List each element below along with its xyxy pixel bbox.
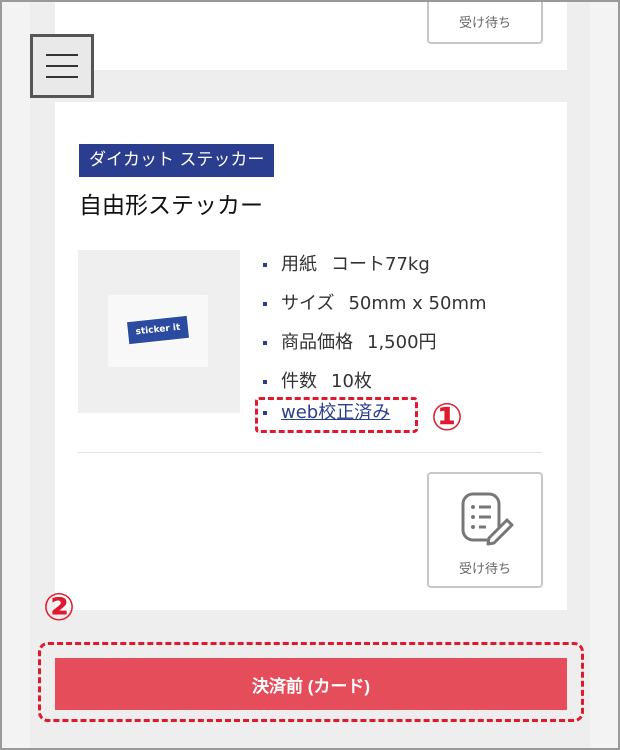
spec-list: 用紙 コート77kg サイズ 50mm x 50mm 商品価格 1,500円 件数 10… <box>263 250 487 406</box>
document-edit-icon <box>461 492 514 546</box>
previous-order-status-label: 受け待ち <box>458 15 511 31</box>
annotation-marker-1: ① <box>431 395 464 439</box>
spec-item-size: サイズ 50mm x 50mm <box>263 289 487 328</box>
sticker-image: sticker it <box>127 315 189 345</box>
order-status-button[interactable]: 受け待ち <box>427 472 543 588</box>
previous-order-status-button[interactable]: 受け待ち <box>427 0 543 44</box>
hamburger-menu-icon[interactable] <box>30 34 94 98</box>
product-thumbnail: sticker it <box>78 250 240 413</box>
annotation-marker-2: ② <box>43 585 76 629</box>
order-card: ダイカット ステッカー 自由形ステッカー sticker it 用紙 コート77k… <box>55 102 567 610</box>
highlight-box-proof-link <box>255 397 418 433</box>
product-name: 自由形ステッカー <box>79 193 263 219</box>
spec-item-paper: 用紙 コート77kg <box>263 250 487 289</box>
order-status-label: 受け待ち <box>458 562 511 577</box>
payment-button[interactable]: 決済前 (カード) <box>55 658 567 710</box>
category-badge: ダイカット ステッカー <box>79 144 275 177</box>
spec-item-price: 商品価格 1,500円 <box>263 328 487 367</box>
divider <box>78 452 542 453</box>
